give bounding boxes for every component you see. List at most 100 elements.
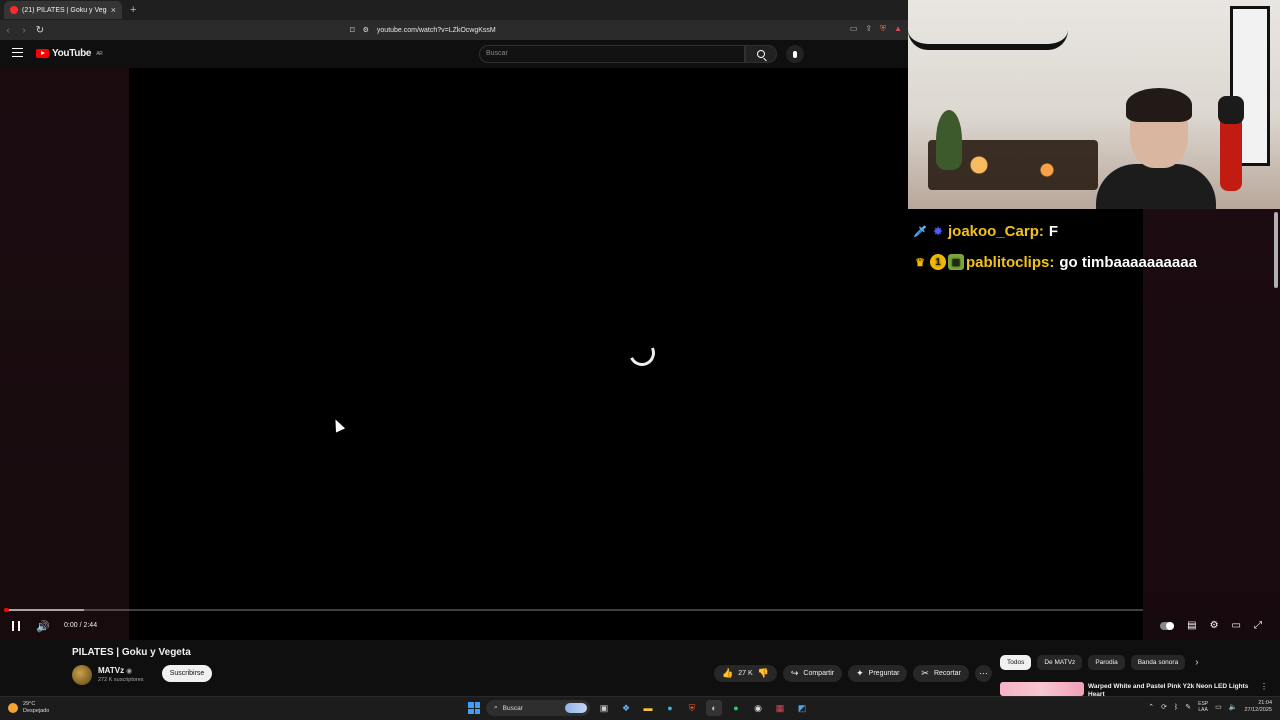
logo-text: YouTube — [52, 48, 92, 59]
cast-icon[interactable]: ▭ — [850, 24, 858, 34]
weather-widget[interactable]: 29°C Despejado — [8, 701, 49, 715]
edge-icon[interactable]: ● — [662, 700, 678, 716]
youtube-header: YouTube AR Buscar — [0, 40, 908, 68]
recommended-thumbnail[interactable] — [1000, 682, 1084, 696]
obs-icon[interactable]: ◉ — [750, 700, 766, 716]
calendar-app-icon[interactable]: ▦ — [772, 700, 788, 716]
video-actions: 👍 27 K 👎 ↪ Compartir ✦ Preguntar ✂ Recor… — [714, 665, 992, 682]
temperature: 29°C — [23, 701, 36, 707]
search-icon — [757, 50, 765, 58]
site-settings-icon[interactable]: ⚙ — [363, 26, 369, 34]
subscribe-button[interactable]: Suscribirse — [162, 665, 212, 682]
clock-date: 27/12/2025 — [1244, 707, 1272, 713]
player-controls: 🔊 0:00 / 2:44 ▤ ⚙ ▭ ⤢ — [0, 616, 1280, 636]
pen-icon[interactable]: ✎ — [1185, 703, 1191, 711]
browser-tab-bar: (21) PILATES | Goku y Vegeta - Y × + — [0, 0, 908, 20]
system-tray: ⌃ ⟳ ᛒ ✎ ESP LAA ▭ 🔈 21:04 27/12/2025 — [1148, 700, 1272, 714]
autoplay-toggle[interactable] — [1160, 622, 1175, 630]
chevron-right-icon[interactable]: › — [1195, 657, 1198, 668]
url-field[interactable]: ⌑ ⚙ youtube.com/watch?v=LZkOcwgKssM — [350, 22, 898, 38]
theater-mode-icon[interactable]: ▭ — [1232, 620, 1241, 631]
ask-label: Preguntar — [868, 670, 900, 677]
more-options-icon[interactable]: ⋮ — [1260, 682, 1268, 691]
subtitles-icon[interactable]: ▤ — [1187, 620, 1196, 631]
windows-start-icon[interactable] — [468, 702, 480, 714]
settings-gear-icon[interactable]: ⚙ — [1210, 620, 1219, 631]
clip-label: Recortar — [933, 670, 961, 677]
mouse-cursor-icon — [330, 417, 346, 433]
clock[interactable]: 21:04 27/12/2025 — [1244, 700, 1272, 714]
spotify-icon[interactable]: ● — [728, 700, 744, 716]
like-button[interactable]: 👍 27 K 👎 — [714, 665, 777, 682]
paint-app-icon[interactable]: ◩ — [794, 700, 810, 716]
tab-title: (21) PILATES | Goku y Vegeta - Y — [22, 6, 107, 14]
recommended-video[interactable]: Warped White and Pastel Pink Y2k Neon LE… — [1000, 682, 1270, 696]
progress-scrubber[interactable] — [4, 608, 9, 612]
back-icon[interactable]: ‹ — [0, 25, 16, 36]
monitor-icon[interactable]: ▭ — [1215, 703, 1222, 711]
more-actions-icon[interactable]: ⋯ — [974, 665, 992, 682]
garland-decoration — [908, 30, 1068, 50]
file-explorer-icon[interactable]: ▬ — [640, 700, 656, 716]
tab-close-icon[interactable]: × — [111, 5, 116, 15]
share-button[interactable]: ↪ Compartir — [782, 665, 843, 682]
chip-from-channel[interactable]: De MATVz — [1037, 655, 1083, 670]
youtube-logo[interactable]: YouTube AR — [36, 48, 103, 59]
video-title: PILATES | Goku y Vegeta — [72, 647, 191, 658]
youtube-favicon-icon — [10, 6, 18, 14]
search-input[interactable]: Buscar — [479, 45, 745, 63]
chip-all[interactable]: Todos — [1000, 655, 1032, 670]
loading-spinner-icon — [625, 336, 659, 370]
voice-search-button[interactable] — [786, 45, 804, 63]
language-indicator[interactable]: ESP LAA — [1198, 701, 1208, 713]
channel-name[interactable]: MATVz ◉ — [98, 666, 132, 675]
progress-bar[interactable] — [4, 608, 1143, 612]
chat-username: joakoo_Carp: — [948, 222, 1044, 240]
microphone-head — [1218, 96, 1244, 124]
recommendation-chips: Todos De MATVz Parodia Banda sonora › — [1000, 655, 1199, 670]
buffer-fill — [4, 609, 84, 611]
creeper-badge-icon: ▣ — [948, 254, 964, 270]
chip-parody[interactable]: Parodia — [1088, 655, 1125, 670]
browser-toolbar-icons: ▭ ⇪ ⛨ ▲ — [850, 24, 902, 34]
widgets-icon[interactable]: ❖ — [618, 700, 634, 716]
crown-badge-icon: ♛ — [915, 256, 925, 269]
search-icon: ⌕ — [494, 704, 498, 711]
bluetooth-icon[interactable]: ᛒ — [1174, 704, 1178, 711]
volume-icon[interactable]: 🔊 — [36, 620, 50, 633]
steam-icon[interactable]: ◐ — [706, 700, 722, 716]
verified-icon: ◉ — [126, 668, 133, 675]
search-button[interactable] — [745, 45, 777, 63]
reload-icon[interactable]: ↻ — [32, 25, 48, 36]
chat-text: F — [1048, 222, 1059, 240]
chat-text: go timbaaaaaaaaaa — [1059, 253, 1197, 271]
browser-tab-active[interactable]: (21) PILATES | Goku y Vegeta - Y × — [4, 1, 122, 19]
fullscreen-icon[interactable]: ⤢ — [1254, 620, 1262, 631]
thumbs-up-icon: 👍 — [722, 668, 734, 678]
taskbar-search[interactable]: ⌕ Buscar — [486, 700, 590, 716]
chip-soundtrack[interactable]: Banda sonora — [1130, 655, 1186, 670]
menu-icon[interactable] — [12, 48, 23, 57]
search-highlight-image — [565, 703, 587, 713]
url-text: youtube.com/watch?v=LZkOcwgKssM — [376, 26, 496, 34]
new-tab-button[interactable]: + — [130, 4, 136, 16]
forward-icon[interactable]: › — [16, 25, 32, 36]
channel-avatar[interactable] — [72, 665, 92, 685]
ask-button[interactable]: ✦ Preguntar — [848, 665, 908, 682]
taskbar: 29°C Despejado ⌕ Buscar ▣ ❖ ▬ ● ⛨ ◐ ● ◉ … — [0, 696, 1280, 720]
pause-button[interactable] — [12, 621, 20, 631]
taskbar-apps: ⌕ Buscar ▣ ❖ ▬ ● ⛨ ◐ ● ◉ ▦ ◩ — [468, 700, 810, 716]
chevron-up-icon[interactable]: ⌃ — [1148, 703, 1154, 711]
brave-icon[interactable]: ⛨ — [684, 700, 700, 716]
clip-button[interactable]: ✂ Recortar — [913, 665, 969, 682]
page-scrollbar[interactable] — [1274, 212, 1278, 288]
thumbs-down-icon[interactable]: 👎 — [758, 668, 769, 679]
alert-icon[interactable]: ▲ — [894, 24, 902, 34]
task-view-icon[interactable]: ▣ — [596, 700, 612, 716]
speaker-icon[interactable]: 🔈 — [1229, 703, 1238, 711]
recommended-title[interactable]: Warped White and Pastel Pink Y2k Neon LE… — [1088, 683, 1258, 696]
share-icon[interactable]: ⇪ — [865, 24, 872, 34]
sync-icon[interactable]: ⟳ — [1161, 703, 1167, 711]
shield-icon[interactable]: ⛨ — [880, 24, 886, 34]
bookmark-icon[interactable]: ⌑ — [350, 25, 355, 36]
